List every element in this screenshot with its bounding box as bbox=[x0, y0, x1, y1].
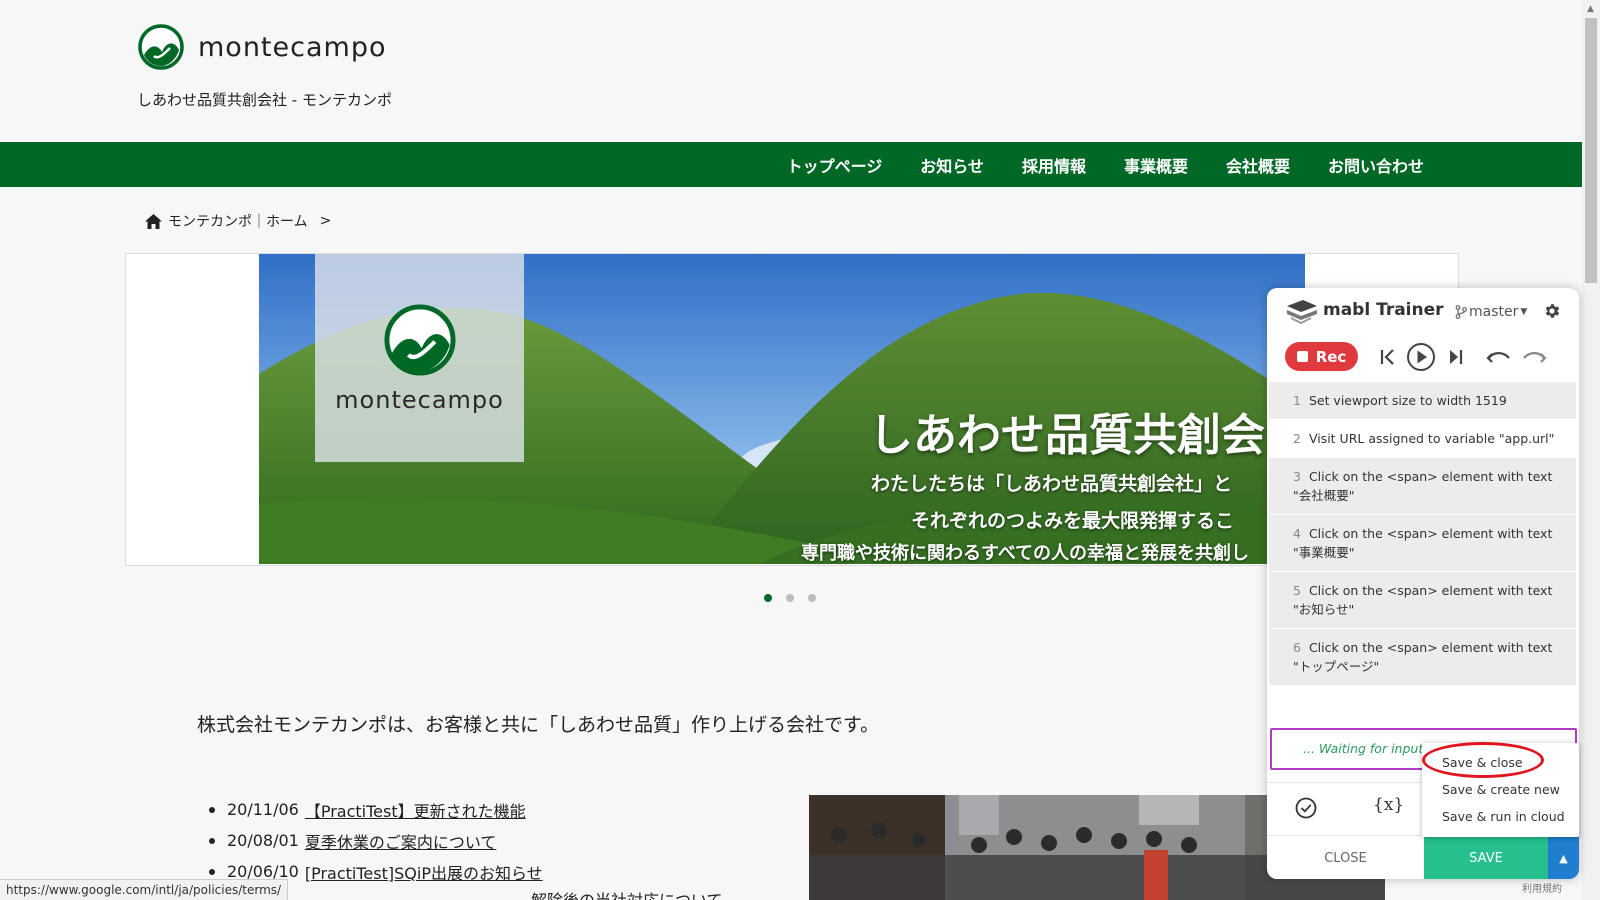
news-item: 20/08/01 夏季休業のご案内について bbox=[209, 825, 543, 856]
menu-item-save-run-cloud[interactable]: Save & run in cloud bbox=[1422, 803, 1579, 830]
step-text: Click on the <span> element with text "お… bbox=[1293, 583, 1553, 617]
breadcrumb-home-link[interactable]: モンテカンポ｜ホーム bbox=[168, 211, 308, 231]
nav-item-company[interactable]: 会社概要 bbox=[1226, 153, 1290, 177]
main-nav: トップページ お知らせ 採用情報 事業概要 会社概要 お問い合わせ bbox=[0, 142, 1582, 187]
redo-icon[interactable] bbox=[1520, 344, 1548, 370]
news-link[interactable]: 【PractiTest】更新された機能 bbox=[305, 798, 526, 822]
branch-name: master bbox=[1469, 304, 1519, 320]
nav-item-recruit[interactable]: 採用情報 bbox=[1022, 153, 1086, 177]
slide-logo-box: montecampo bbox=[315, 254, 524, 462]
bullet bbox=[209, 806, 215, 813]
step-number: 5 bbox=[1293, 583, 1301, 598]
slide-logo-icon bbox=[383, 304, 456, 376]
trainer-step[interactable]: 6 Click on the <span> element with text … bbox=[1269, 629, 1576, 686]
trainer-step[interactable]: 1 Set viewport size to width 1519 bbox=[1269, 382, 1576, 420]
news-item-partial[interactable]: 解除後の当社対応について bbox=[531, 887, 723, 900]
scroll-up-arrow-icon[interactable]: ▲ bbox=[1587, 4, 1594, 14]
trainer-step[interactable]: 3 Click on the <span> element with text … bbox=[1269, 458, 1576, 515]
breadcrumb-separator: > bbox=[319, 213, 332, 229]
news-link[interactable]: [PractiTest]SQiP出展のお知らせ bbox=[305, 860, 543, 884]
step-number: 1 bbox=[1293, 393, 1301, 408]
intro-text: 株式会社モンテカンポは、お客様と共に「しあわせ品質」作り上げる会社です。 bbox=[197, 714, 880, 736]
step-number: 6 bbox=[1293, 640, 1301, 655]
chevron-up-icon: ▲ bbox=[1559, 851, 1568, 865]
close-button[interactable]: CLOSE bbox=[1267, 836, 1424, 879]
save-options-toggle[interactable]: ▲ bbox=[1548, 836, 1579, 879]
trainer-header: mabl Trainer master ▼ bbox=[1267, 288, 1579, 332]
step-text: Set viewport size to width 1519 bbox=[1308, 393, 1507, 408]
slider-dots bbox=[764, 594, 816, 602]
save-options-menu: Save & close Save & create new Save & ru… bbox=[1422, 743, 1579, 837]
nav-item-business[interactable]: 事業概要 bbox=[1124, 153, 1188, 177]
slide-subtitle-3: 専門職や技術に関わるすべての人の幸福と発展を共創し bbox=[801, 543, 1250, 564]
slide-subtitle-2: それぞれのつよみを最大限発揮するこ bbox=[911, 510, 1235, 532]
step-number: 4 bbox=[1293, 526, 1301, 541]
slider-dot-2[interactable] bbox=[786, 594, 794, 602]
news-link[interactable]: 夏季休業のご案内について bbox=[305, 829, 497, 853]
step-text: Click on the <span> element with text "事… bbox=[1293, 526, 1553, 560]
save-button[interactable]: SAVE bbox=[1424, 836, 1548, 879]
logo-text: montecampo bbox=[198, 31, 387, 63]
trainer-step[interactable]: 5 Click on the <span> element with text … bbox=[1269, 572, 1576, 629]
gear-icon[interactable] bbox=[1543, 302, 1561, 320]
news-date: 20/11/06 bbox=[227, 800, 299, 819]
slide-logo-text: montecampo bbox=[335, 386, 504, 414]
hero-slide: montecampo しあわせ品質共創会 わたしたちは「しあわせ品質共創会社」と… bbox=[259, 254, 1305, 564]
hero-slider[interactable]: montecampo しあわせ品質共創会 わたしたちは「しあわせ品質共創会社」と… bbox=[125, 253, 1459, 566]
site-logo[interactable]: montecampo bbox=[138, 24, 386, 70]
trainer-step[interactable]: 2 Visit URL assigned to variable "app.ur… bbox=[1269, 420, 1576, 458]
menu-item-save-create-new[interactable]: Save & create new bbox=[1422, 776, 1579, 803]
slider-dot-3[interactable] bbox=[808, 594, 816, 602]
step-text: Click on the <span> element with text "会… bbox=[1293, 469, 1553, 503]
chevron-down-icon: ▼ bbox=[1520, 307, 1528, 317]
scroll-thumb[interactable] bbox=[1585, 18, 1597, 283]
variable-icon[interactable]: {x} bbox=[1373, 795, 1404, 815]
bullet bbox=[209, 837, 215, 844]
page-scrollbar[interactable]: ▲ bbox=[1582, 0, 1600, 900]
news-list: 20/11/06 【PractiTest】更新された機能 20/08/01 夏季… bbox=[209, 794, 543, 887]
step-number: 2 bbox=[1293, 431, 1301, 446]
slider-dot-1[interactable] bbox=[764, 594, 772, 602]
nav-item-top[interactable]: トップページ bbox=[787, 153, 883, 177]
trainer-step[interactable]: 4 Click on the <span> element with text … bbox=[1269, 515, 1576, 572]
git-branch-icon bbox=[1455, 305, 1467, 319]
trainer-title: mabl Trainer bbox=[1323, 300, 1444, 320]
bullet bbox=[209, 868, 215, 875]
site-header: montecampo しあわせ品質共創会社 - モンテカンポ bbox=[0, 0, 1580, 142]
mabl-logo-icon bbox=[1287, 300, 1317, 324]
breadcrumb: モンテカンポ｜ホーム > bbox=[145, 211, 331, 231]
step-text: Click on the <span> element with text "ト… bbox=[1293, 640, 1553, 674]
step-forward-icon[interactable] bbox=[1442, 344, 1470, 370]
menu-item-save-close[interactable]: Save & close bbox=[1422, 749, 1579, 776]
assertion-check-icon[interactable] bbox=[1295, 797, 1317, 819]
terms-link[interactable]: 利用規約 bbox=[1522, 880, 1562, 895]
site-tagline: しあわせ品質共創会社 - モンテカンポ bbox=[137, 91, 392, 109]
stop-square-icon bbox=[1296, 351, 1308, 362]
news-date: 20/08/01 bbox=[227, 831, 299, 850]
branch-selector[interactable]: master ▼ bbox=[1455, 304, 1527, 320]
slide-subtitle-1: わたしたちは「しあわせ品質共創会社」と bbox=[871, 473, 1233, 495]
skip-to-start-icon[interactable] bbox=[1374, 344, 1402, 370]
trainer-steps-list: 1 Set viewport size to width 1519 2 Visi… bbox=[1269, 382, 1576, 686]
record-button[interactable]: Rec bbox=[1285, 342, 1358, 371]
montecampo-logo-icon bbox=[138, 24, 184, 70]
nav-item-contact[interactable]: お問い合わせ bbox=[1328, 153, 1424, 177]
status-bar-url: https://www.google.com/intl/ja/policies/… bbox=[0, 879, 289, 900]
slide-title: しあわせ品質共創会 bbox=[869, 410, 1265, 461]
play-icon[interactable] bbox=[1405, 342, 1437, 372]
home-icon bbox=[145, 213, 162, 229]
trainer-controls: Rec bbox=[1285, 342, 1565, 374]
undo-icon[interactable] bbox=[1485, 344, 1513, 370]
news-item: 20/11/06 【PractiTest】更新された機能 bbox=[209, 794, 543, 825]
nav-item-news[interactable]: お知らせ bbox=[920, 153, 984, 177]
record-label: Rec bbox=[1315, 347, 1347, 366]
step-text: Visit URL assigned to variable "app.url" bbox=[1308, 431, 1555, 446]
trainer-footer: CLOSE SAVE ▲ bbox=[1267, 835, 1579, 879]
step-number: 3 bbox=[1293, 469, 1301, 484]
